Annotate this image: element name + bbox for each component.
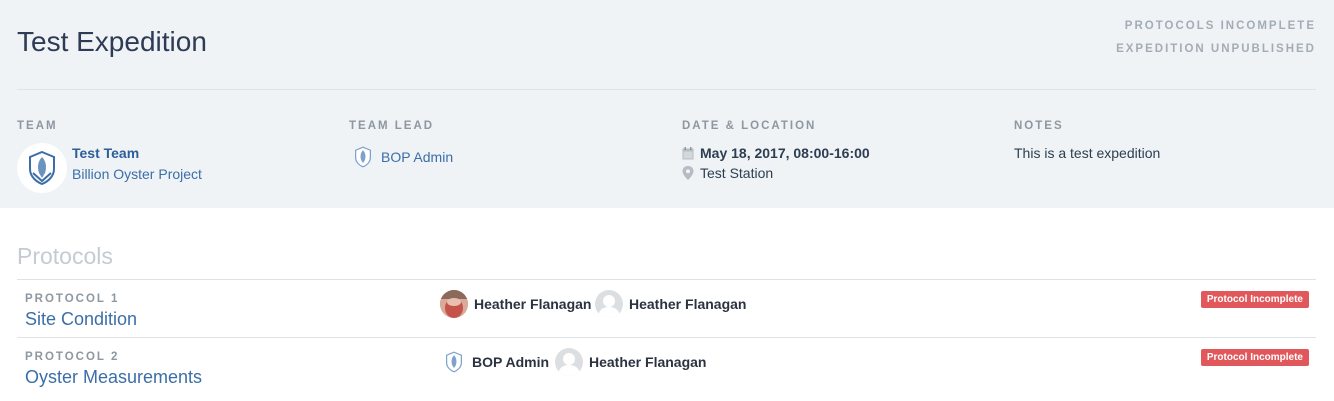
bop-shield-icon bbox=[446, 351, 462, 373]
avatar bbox=[440, 290, 468, 318]
member-name: Heather Flanagan bbox=[589, 354, 707, 370]
team-section: TEAM Test Team Billion Oyster Project bbox=[17, 120, 337, 193]
protocol-row[interactable]: PROTOCOL 1 Site Condition Heather Flanag… bbox=[17, 280, 1316, 338]
user-photo-icon bbox=[440, 290, 468, 318]
team-logo bbox=[17, 143, 67, 193]
protocol-row[interactable]: PROTOCOL 2 Oyster Measurements BOP Admin… bbox=[17, 338, 1316, 396]
protocol-number: PROTOCOL 1 bbox=[25, 293, 120, 305]
team-org-link[interactable]: Billion Oyster Project bbox=[72, 166, 202, 182]
date-location-label: DATE & LOCATION bbox=[682, 120, 817, 132]
map-pin-icon bbox=[682, 166, 694, 180]
default-user-icon bbox=[558, 353, 580, 376]
protocols-title: Protocols bbox=[17, 243, 113, 269]
status-block: PROTOCOLS INCOMPLETE EXPEDITION UNPUBLIS… bbox=[1116, 15, 1316, 61]
protocol-member[interactable]: BOP Admin bbox=[442, 348, 549, 376]
team-lead-section: TEAM LEAD BOP Admin bbox=[349, 120, 669, 168]
team-lead-link[interactable]: BOP Admin bbox=[381, 149, 453, 165]
avatar bbox=[442, 348, 466, 376]
notes-section: NOTES This is a test expedition bbox=[1014, 120, 1314, 161]
bop-shield-icon bbox=[29, 151, 55, 185]
avatar bbox=[555, 348, 583, 376]
header-divider bbox=[17, 89, 1316, 90]
team-label: TEAM bbox=[17, 120, 58, 132]
team-name-link[interactable]: Test Team bbox=[72, 145, 202, 161]
member-name: Heather Flanagan bbox=[629, 296, 747, 312]
status-badge: Protocol Incomplete bbox=[1200, 291, 1309, 308]
protocols-status: PROTOCOLS INCOMPLETE bbox=[1124, 20, 1316, 32]
protocol-number: PROTOCOL 2 bbox=[25, 351, 120, 363]
notes-text: This is a test expedition bbox=[1014, 145, 1161, 161]
protocol-name-link[interactable]: Site Condition bbox=[25, 309, 137, 330]
page-title: Test Expedition bbox=[17, 26, 207, 57]
status-badge: Protocol Incomplete bbox=[1200, 349, 1309, 366]
expedition-location: Test Station bbox=[700, 165, 774, 181]
bop-shield-icon bbox=[355, 146, 371, 168]
team-lead-label: TEAM LEAD bbox=[349, 120, 435, 132]
avatar bbox=[595, 290, 623, 318]
expedition-header: Test Expedition PROTOCOLS INCOMPLETE EXP… bbox=[0, 0, 1334, 208]
member-name: BOP Admin bbox=[472, 354, 550, 370]
expedition-date: May 18, 2017, 08:00-16:00 bbox=[700, 145, 870, 161]
notes-label: NOTES bbox=[1014, 120, 1064, 132]
protocol-member[interactable]: Heather Flanagan bbox=[595, 290, 746, 318]
protocol-member[interactable]: Heather Flanagan bbox=[440, 290, 591, 318]
expedition-status: EXPEDITION UNPUBLISHED bbox=[1116, 43, 1316, 55]
default-user-icon bbox=[598, 295, 620, 318]
protocol-name-link[interactable]: Oyster Measurements bbox=[25, 367, 202, 388]
member-name: Heather Flanagan bbox=[474, 296, 592, 312]
calendar-icon bbox=[682, 146, 694, 159]
date-location-section: DATE & LOCATION May 18, 2017, 08:00-16:0… bbox=[682, 120, 1002, 181]
protocol-member[interactable]: Heather Flanagan bbox=[555, 348, 706, 376]
